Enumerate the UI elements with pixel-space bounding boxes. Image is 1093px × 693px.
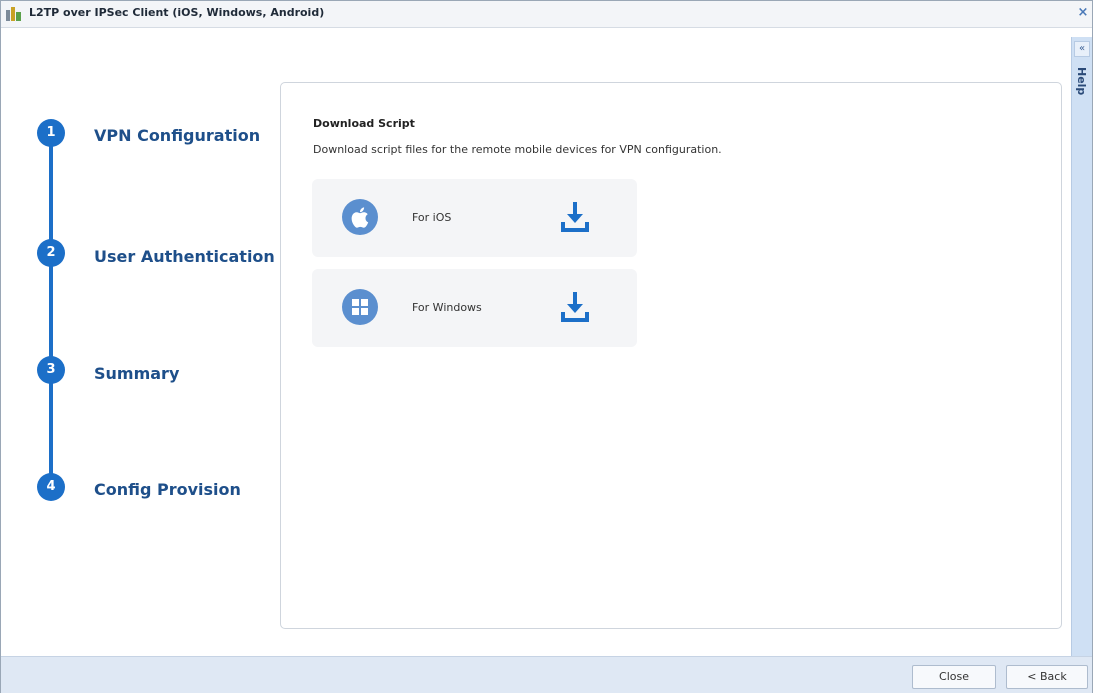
download-icon[interactable] [560,200,590,234]
step-1-label: VPN Configuration [94,126,261,145]
title-bar: L2TP over IPSec Client (iOS, Windows, An… [1,1,1092,28]
step-2-label: User Authentication [94,247,275,266]
download-windows-card[interactable]: For Windows [312,269,637,347]
step-3-number: 3 [37,356,65,384]
windows-icon [342,289,378,325]
back-button[interactable]: < Back [1006,665,1088,689]
download-windows-label: For Windows [412,301,482,314]
footer-bar: Close < Back [1,656,1092,693]
apple-icon [342,199,378,235]
download-icon[interactable] [560,290,590,324]
download-ios-label: For iOS [412,211,452,224]
close-button[interactable]: Close [912,665,996,689]
download-ios-card[interactable]: For iOS [312,179,637,257]
step-1-number: 1 [37,119,65,147]
section-title: Download Script [313,117,415,130]
step-3-label: Summary [94,364,180,383]
step-4-label: Config Provision [94,480,241,499]
app-icon [6,7,21,21]
steps-connector-line [49,135,53,487]
wizard-window: L2TP over IPSec Client (iOS, Windows, An… [0,0,1093,693]
collapse-help-icon[interactable]: « [1074,41,1090,57]
close-icon[interactable]: × [1076,6,1090,20]
step-2-number: 2 [37,239,65,267]
window-title: L2TP over IPSec Client (iOS, Windows, An… [29,6,325,19]
help-label[interactable]: Help [1075,67,1088,95]
step-4-number: 4 [37,473,65,501]
help-panel-strip[interactable]: « Help [1071,37,1092,656]
download-script-panel: Download Script Download script files fo… [280,82,1062,629]
section-description: Download script files for the remote mob… [313,143,722,156]
